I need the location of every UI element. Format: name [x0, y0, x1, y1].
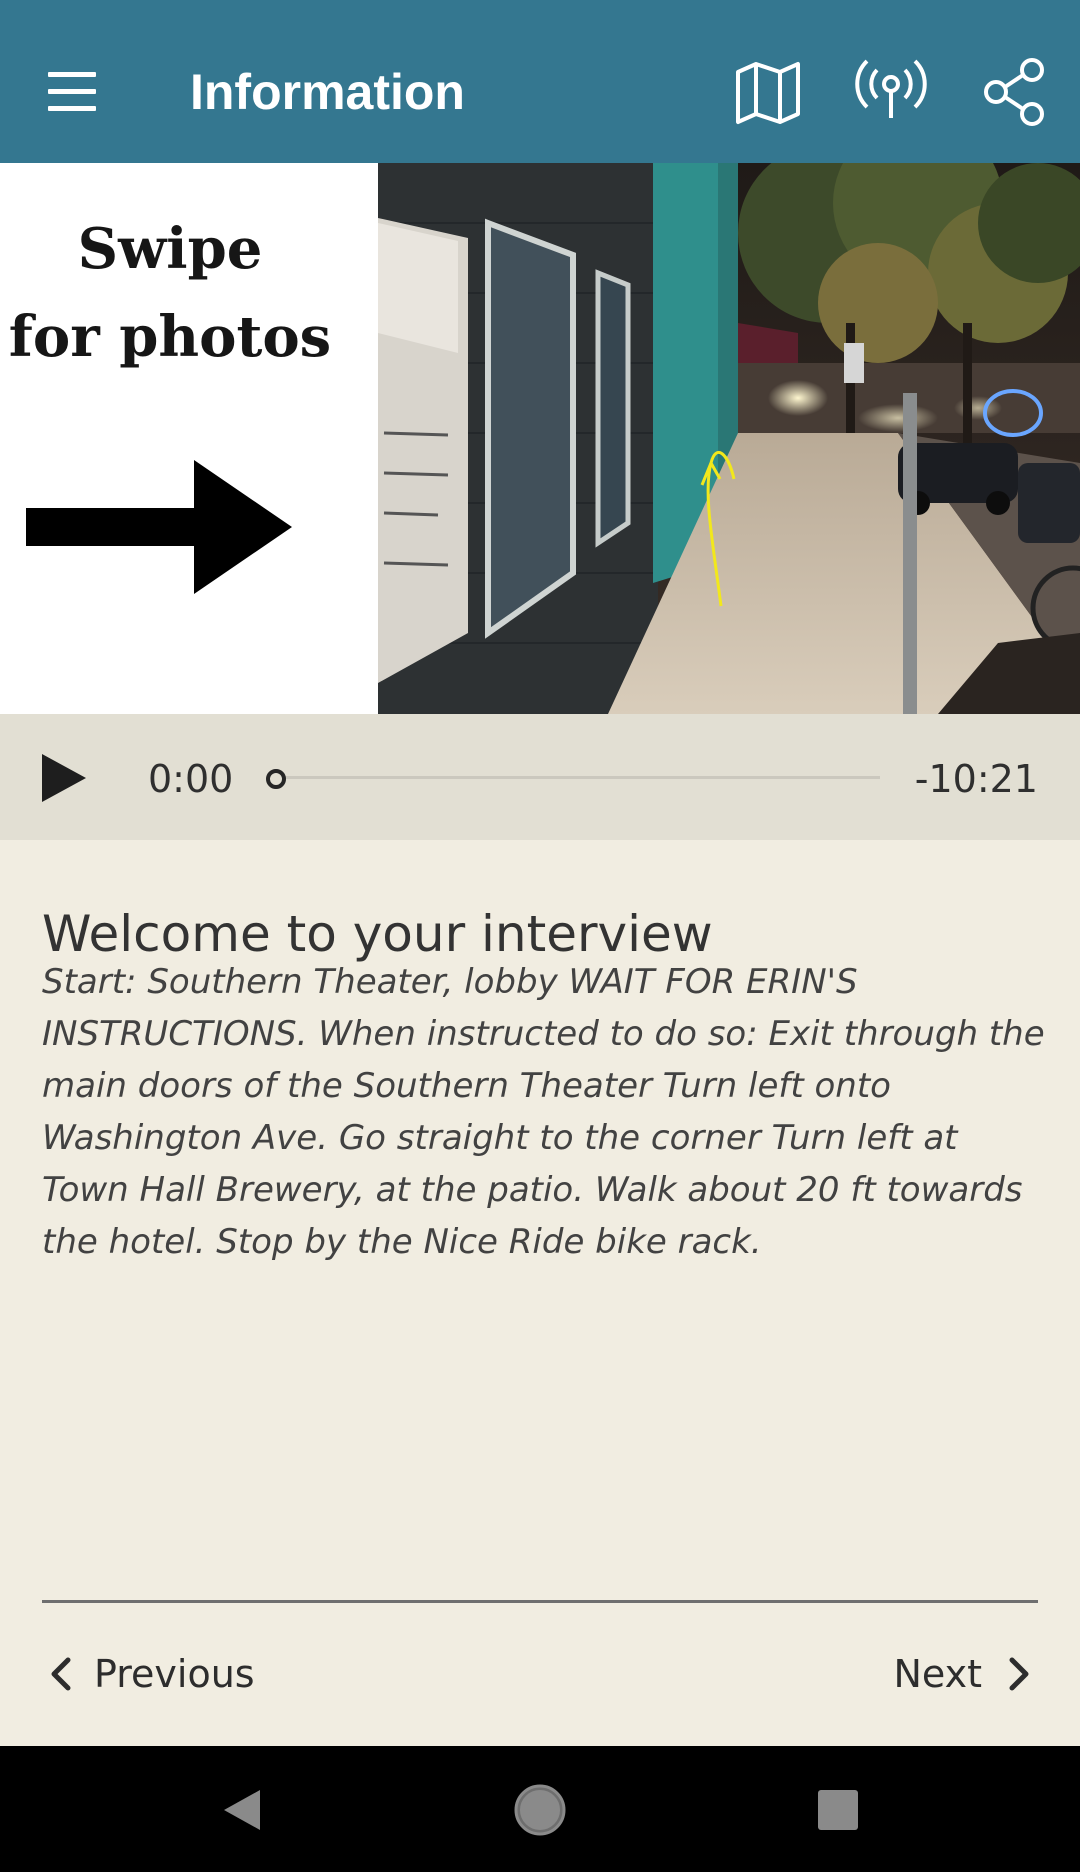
system-navigation-bar [0, 1746, 1080, 1872]
current-time: 0:00 [148, 757, 234, 801]
photo-carousel[interactable]: Swipe for photos [0, 163, 1080, 714]
app-bar: Information [0, 0, 1080, 163]
share-button[interactable] [976, 52, 1056, 132]
chevron-right-icon [1009, 1657, 1029, 1691]
swipe-line-2: for photos [8, 304, 332, 370]
right-arrow-icon [26, 460, 292, 594]
next-button[interactable]: Next [893, 1646, 1038, 1702]
swipe-line-1: Swipe [77, 216, 263, 282]
play-icon[interactable] [36, 750, 90, 806]
map-icon [736, 62, 800, 124]
map-button[interactable] [728, 52, 808, 132]
previous-button[interactable]: Previous [42, 1646, 255, 1702]
menu-button[interactable] [40, 66, 104, 118]
street-photo [378, 163, 1080, 714]
content-body: Start: Southern Theater, lobby WAIT FOR … [42, 962, 1045, 1262]
remaining-time: -10:21 [914, 757, 1038, 801]
swipe-hint-card: Swipe for photos [0, 163, 378, 714]
seek-bar[interactable] [272, 776, 880, 779]
menu-icon-bar [48, 106, 96, 111]
share-icon [984, 58, 1044, 126]
broadcast-button[interactable] [851, 52, 931, 132]
back-icon[interactable] [208, 1776, 276, 1844]
divider [42, 1600, 1038, 1603]
page-title: Information [190, 64, 465, 120]
menu-icon-bar [48, 89, 96, 94]
menu-icon [48, 72, 96, 77]
recents-icon[interactable] [804, 1776, 872, 1844]
previous-label: Previous [94, 1652, 255, 1696]
content-title: Welcome to your interview [42, 904, 713, 963]
swipe-hint-text: Swipe for photos [0, 205, 340, 381]
home-icon[interactable] [506, 1776, 574, 1844]
broadcast-icon [855, 59, 927, 118]
seek-thumb[interactable] [266, 769, 286, 789]
next-label: Next [893, 1652, 982, 1696]
audio-player: 0:00 -10:21 [0, 714, 1080, 840]
chevron-left-icon [51, 1657, 71, 1691]
